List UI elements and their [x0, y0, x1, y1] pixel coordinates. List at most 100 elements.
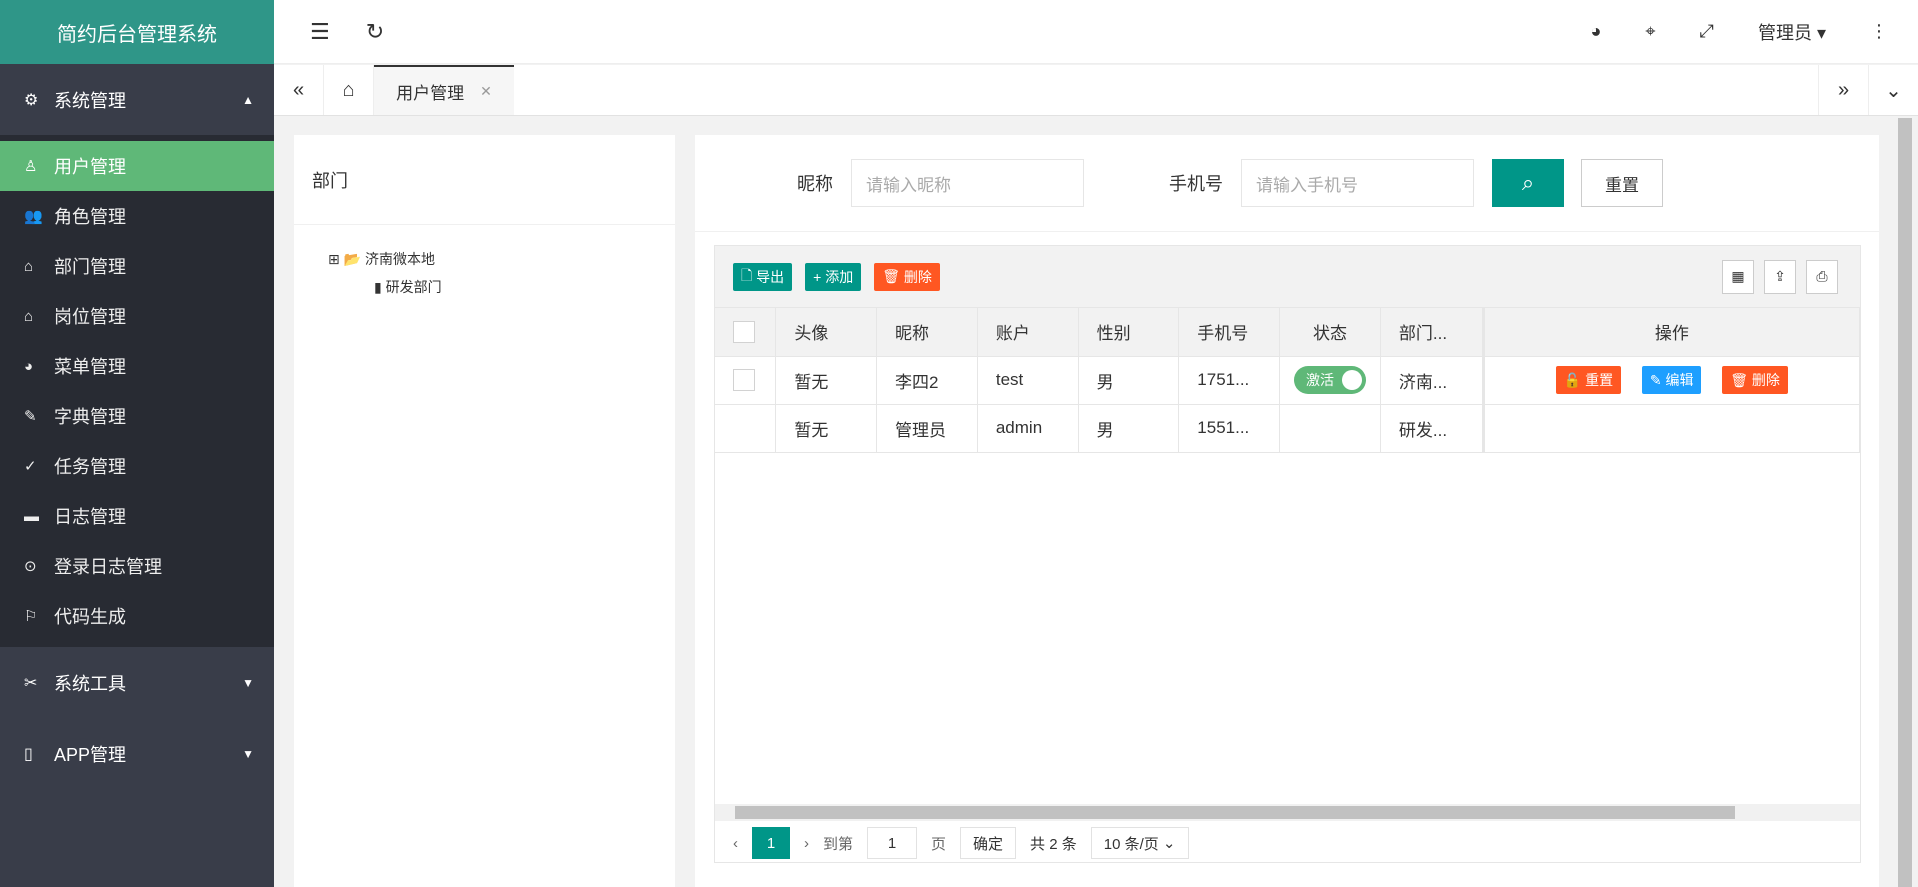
home-tab-icon[interactable]: ⌂	[324, 65, 374, 115]
next-page-icon[interactable]: ›	[804, 835, 809, 852]
export-label: 导出	[756, 268, 785, 285]
sidebar-item-roles[interactable]: 👥 角色管理	[0, 191, 274, 241]
menu-group-app[interactable]: ▯ APP管理 ▼	[0, 718, 274, 789]
cell-avatar: 暂无	[775, 404, 878, 453]
col-nickname: 昵称	[876, 308, 978, 357]
tabs-scroll-left-icon[interactable]: «	[274, 65, 324, 115]
row-select[interactable]	[715, 356, 777, 405]
tab-bar: « ⌂ 用户管理 ✕ » ⌄	[274, 65, 1918, 116]
expand-icon[interactable]: ⊞	[328, 251, 340, 267]
phone-label: 手机号	[1169, 174, 1223, 194]
search-button[interactable]: ⌕	[1492, 159, 1564, 207]
sidebar: 简约后台管理系统 ⚙ 系统管理 ▲ ♙ 用户管理 👥 角色管理 ⌂ 部门管理 ⌂ 岗位管理 …	[0, 0, 274, 887]
sidebar-item-dict[interactable]: ✎ 字典管理	[0, 391, 274, 441]
horizontal-scrollbar[interactable]	[715, 804, 1860, 821]
sidebar-item-codegen[interactable]: ⚐ 代码生成	[0, 591, 274, 641]
user-table: 🗋 导出 + 添加 🗑 删除 ▦ ⇪ ⎙ 头像 昵称 账户 性别 手机号 状态 …	[714, 245, 1861, 863]
home-icon: ⌂	[24, 307, 34, 325]
dept-panel: 部门 ⊞ 📂 济南微本地 ▮ 研发部门	[294, 135, 675, 887]
node-label: 研发部门	[385, 279, 442, 295]
add-button[interactable]: + 添加	[805, 262, 862, 291]
user-menu[interactable]: 管理员 ▾	[1758, 19, 1826, 45]
cell-actions	[1481, 404, 1861, 453]
fullscreen-icon[interactable]: ⤢	[1700, 21, 1714, 42]
col-status: 状态	[1279, 308, 1381, 357]
sidebar-item-menus[interactable]: ◕ 菜单管理	[0, 341, 274, 391]
item-label: 字典管理	[54, 407, 126, 427]
menu-group-tools[interactable]: ✂ 系统工具 ▼	[0, 647, 274, 718]
columns-icon[interactable]: ▦	[1722, 259, 1754, 294]
tabs-dropdown-icon[interactable]: ⌄	[1868, 65, 1918, 115]
checkbox[interactable]	[733, 369, 755, 391]
page-1[interactable]: 1	[752, 827, 790, 859]
cell-account: admin	[977, 404, 1079, 453]
close-icon[interactable]: ✕	[480, 83, 492, 100]
goto-page-input[interactable]: 1	[867, 827, 918, 859]
group-label: 系统工具	[54, 673, 126, 694]
export-button[interactable]: 🗋 导出	[733, 262, 793, 291]
item-label: 用户管理	[54, 157, 126, 177]
item-label: 岗位管理	[54, 307, 126, 327]
print-icon[interactable]: ⎙	[1806, 259, 1838, 294]
phone-input[interactable]: 请输入手机号	[1241, 159, 1474, 207]
tree-node-child[interactable]: ▮ 研发部门	[328, 273, 675, 301]
pagination: ‹ 1 › 到第 1 页 确定 共 2 条 10 条/页 ⌄	[715, 822, 1860, 864]
table-row: 暂无 李四2 test 男 1751... 激活 济南... 🔓 重置 ✎ 编辑…	[715, 356, 1861, 405]
row-reset-button[interactable]: 🔓 重置	[1555, 366, 1622, 394]
phone-icon: ▯	[24, 745, 33, 763]
vertical-scrollbar[interactable]	[1898, 118, 1912, 887]
refresh-icon[interactable]: ↻	[366, 19, 384, 45]
status-toggle[interactable]: 激活	[1294, 366, 1367, 394]
checkbox[interactable]	[733, 320, 755, 343]
export-file-icon[interactable]: ⇪	[1764, 259, 1796, 294]
label: 删除	[1751, 372, 1780, 388]
cell-nickname: 李四2	[876, 356, 978, 405]
more-icon[interactable]: ⋮	[1870, 21, 1888, 42]
dept-tree: ⊞ 📂 济南微本地 ▮ 研发部门	[294, 225, 675, 301]
dept-title: 部门	[294, 135, 675, 225]
goto-confirm-button[interactable]: 确定	[960, 827, 1017, 859]
caret-down-icon: ▼	[242, 746, 254, 761]
cell-phone: 1751...	[1178, 356, 1281, 405]
tabs-scroll-right-icon[interactable]: »	[1818, 65, 1868, 115]
sidebar-item-posts[interactable]: ⌂ 岗位管理	[0, 291, 274, 341]
sidebar-item-depts[interactable]: ⌂ 部门管理	[0, 241, 274, 291]
theme-palette-icon[interactable]: ◕	[1591, 21, 1602, 42]
delete-label: 删除	[903, 268, 932, 285]
sidebar-item-users[interactable]: ♙ 用户管理	[0, 141, 274, 191]
reset-button[interactable]: 重置	[1581, 159, 1663, 207]
scrollbar-thumb[interactable]	[735, 806, 1735, 819]
page-size-select[interactable]: 10 条/页 ⌄	[1090, 827, 1189, 859]
col-phone: 手机号	[1178, 308, 1281, 357]
delete-button[interactable]: 🗑 删除	[874, 262, 940, 291]
users-icon: 👥	[24, 208, 43, 225]
page-unit: 页	[931, 835, 947, 853]
group-label: 系统管理	[54, 90, 126, 111]
cell-account: test	[977, 356, 1079, 405]
total-count: 共 2 条	[1030, 835, 1077, 853]
row-select[interactable]	[715, 404, 777, 453]
item-label: 部门管理	[54, 257, 126, 277]
collapse-menu-icon[interactable]: ☰	[310, 19, 330, 45]
sidebar-item-logs[interactable]: ▬ 日志管理	[0, 491, 274, 541]
cell-gender: 男	[1078, 404, 1180, 453]
menu-group-system[interactable]: ⚙ 系统管理 ▲	[0, 64, 274, 135]
table-header: 头像 昵称 账户 性别 手机号 状态 部门... 操作	[715, 308, 1861, 357]
row-edit-button[interactable]: ✎ 编辑	[1641, 366, 1702, 394]
sidebar-item-tasks[interactable]: ✓ 任务管理	[0, 441, 274, 491]
item-label: 代码生成	[54, 607, 126, 627]
cell-dept: 研发...	[1380, 404, 1484, 453]
tag-icon[interactable]: ⌖	[1645, 21, 1655, 42]
prev-page-icon[interactable]: ‹	[733, 835, 738, 852]
tree-node-root[interactable]: ⊞ 📂 济南微本地	[328, 245, 675, 273]
select-all[interactable]	[715, 308, 777, 357]
row-delete-button[interactable]: 🗑 删除	[1722, 366, 1788, 394]
cell-actions: 🔓 重置 ✎ 编辑 🗑 删除	[1481, 356, 1861, 405]
tab-label: 用户管理	[396, 83, 465, 103]
sidebar-item-login-logs[interactable]: ⊙ 登录日志管理	[0, 541, 274, 591]
user-icon: ♙	[24, 158, 38, 175]
nickname-input[interactable]: 请输入昵称	[851, 159, 1084, 207]
location-icon: ⊙	[24, 558, 37, 575]
tab-user-management[interactable]: 用户管理 ✕	[374, 65, 514, 115]
col-avatar: 头像	[775, 308, 878, 357]
